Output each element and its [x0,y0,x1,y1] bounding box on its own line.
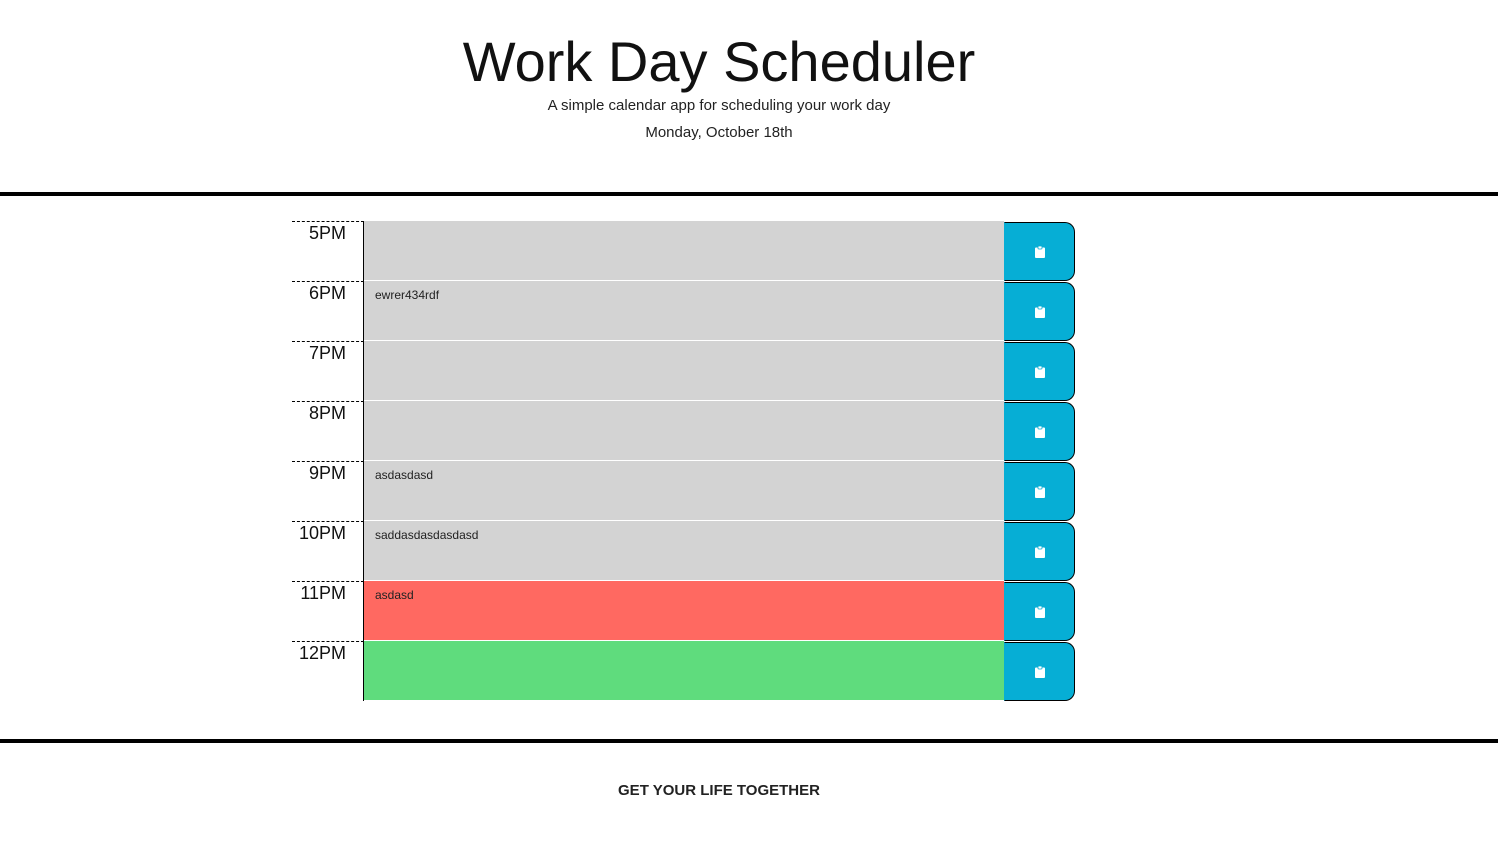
description-field[interactable] [364,641,1004,701]
time-block-row: 5PM [292,221,1075,281]
hour-label: 11PM [292,581,364,641]
description-field[interactable] [364,221,1004,281]
description-field[interactable]: ewrer434rdf [364,281,1004,341]
clipboard-icon [1034,545,1045,558]
clipboard-icon [1034,665,1045,678]
description-field[interactable] [364,341,1004,401]
save-button[interactable] [1004,522,1075,581]
time-block-row: 7PM [292,341,1075,401]
footer-divider [0,739,1498,743]
hour-label: 9PM [292,461,364,521]
time-block-row: 6PM ewrer434rdf [292,281,1075,341]
save-button[interactable] [1004,222,1075,281]
description-field[interactable] [364,401,1004,461]
footer-text: GET YOUR LIFE TOGETHER [618,782,820,799]
save-button[interactable] [1004,642,1075,701]
hour-label: 5PM [292,221,364,281]
clipboard-icon [1034,245,1045,258]
hour-label: 8PM [292,401,364,461]
hour-label: 10PM [292,521,364,581]
clipboard-icon [1034,605,1045,618]
save-button[interactable] [1004,342,1075,401]
current-day: Monday, October 18th [645,124,793,141]
time-block-row: 9PM asdasdasd [292,461,1075,521]
header-divider [0,192,1498,196]
clipboard-icon [1034,425,1045,438]
save-button[interactable] [1004,282,1075,341]
description-field[interactable]: asdasd [364,581,1004,641]
time-block-row: 10PM saddasdasdasdasd [292,521,1075,581]
clipboard-icon [1034,365,1045,378]
hour-label: 12PM [292,641,364,701]
clipboard-icon [1034,485,1045,498]
save-button[interactable] [1004,402,1075,461]
page-subtitle: A simple calendar app for scheduling you… [547,97,891,114]
save-button[interactable] [1004,462,1075,521]
hour-label: 6PM [292,281,364,341]
time-block-row: 8PM [292,401,1075,461]
header: Work Day Scheduler A simple calendar app… [0,0,1498,192]
hour-label: 7PM [292,341,364,401]
time-block-row: 12PM [292,641,1075,701]
schedule-container: 5PM 6PM ewrer434rdf 7PM 8PM 9PM asdasdas… [292,221,1075,701]
page-title: Work Day Scheduler [462,30,976,93]
time-block-row: 11PM asdasd [292,581,1075,641]
save-button[interactable] [1004,582,1075,641]
description-field[interactable]: saddasdasdasdasd [364,521,1004,581]
description-field[interactable]: asdasdasd [364,461,1004,521]
clipboard-icon [1034,305,1045,318]
